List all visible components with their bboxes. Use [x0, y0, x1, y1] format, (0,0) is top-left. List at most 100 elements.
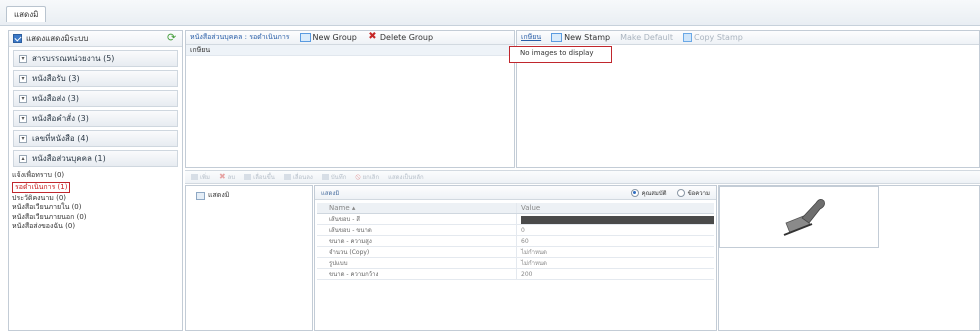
sidebar-group-unit-correspondence[interactable]: ▾ สารบรรณหน่วยงาน (5): [13, 50, 178, 67]
set-primary-button[interactable]: แสดงเป็นหลัก: [388, 172, 424, 182]
sidebar-title: แสดงแสดงมิระบบ: [26, 34, 89, 43]
tab-main[interactable]: แสดงมิ: [6, 6, 47, 22]
sidebar-group-label: หนังสือส่ง (3): [32, 94, 79, 103]
property-value[interactable]: 200: [517, 269, 714, 279]
new-group-icon: [299, 33, 311, 42]
stamp-preview: [719, 186, 879, 248]
stamp-panel: เกษียน New Stamp Make Default Copy Stamp…: [509, 30, 980, 168]
property-name: ขนาด - ความสูง: [317, 236, 517, 246]
stamp-toolbar: เกษียน New Stamp Make Default Copy Stamp: [517, 31, 979, 45]
list-item[interactable]: เกษียน: [186, 45, 514, 56]
sidebar-group-label: หนังสือรับ (3): [32, 74, 80, 83]
refresh-icon[interactable]: ⟳: [167, 32, 178, 44]
stamp-item-tree: แสดงมิ: [185, 185, 313, 331]
column-header-name[interactable]: Name ▴: [317, 203, 517, 213]
tab-endorsement[interactable]: เกษียน: [521, 32, 541, 43]
show-all-checkbox[interactable]: [13, 34, 22, 43]
sidebar-group-received[interactable]: ▾ หนังสือรับ (3): [13, 70, 178, 87]
make-default-button[interactable]: Make Default: [620, 33, 673, 42]
personal-sublist: แจ้งเพื่อทราบ (0) รอดำเนินการ (1) ประวัต…: [9, 171, 182, 232]
save-icon: [321, 174, 329, 180]
property-value[interactable]: [517, 214, 714, 224]
property-grid: แสดงมิ คุณสมบัติ ข้อความ Name ▴ Value เส…: [314, 185, 717, 331]
chevron-down-icon[interactable]: ▾: [19, 134, 27, 143]
table-row[interactable]: ขนาด - ความสูง 60: [317, 236, 714, 247]
property-value[interactable]: 60: [517, 236, 714, 246]
tree-item[interactable]: แสดงมิ: [186, 186, 312, 201]
sidebar-group-sent[interactable]: ▾ หนังสือส่ง (3): [13, 90, 178, 107]
breadcrumb: หนังสือส่วนบุคคล : รอดำเนินการ: [190, 33, 290, 41]
property-name: ขนาด - ความกว้าง: [317, 269, 517, 279]
sidebar: แสดงแสดงมิระบบ ⟳ ▾ สารบรรณหน่วยงาน (5) ▾…: [8, 30, 183, 331]
sidebar-group-orders[interactable]: ▾ หนังสือคำสั่ง (3): [13, 110, 178, 127]
cancel-button[interactable]: ⦸ ยกเลิก: [355, 172, 379, 182]
chevron-down-icon[interactable]: ▾: [19, 94, 27, 103]
save-label: บันทึก: [330, 174, 347, 181]
sidebar-group-label: หนังสือส่วนบุคคล (1): [32, 154, 106, 163]
display-item-icon: [196, 191, 205, 200]
sidebar-group-label: หนังสือคำสั่ง (3): [32, 114, 89, 123]
table-row[interactable]: จำนวน (Copy) ไม่กำหนด: [317, 247, 714, 258]
property-value[interactable]: ไม่กำหนด: [517, 258, 714, 268]
move-up-label: เลื่อนขึ้น: [253, 174, 275, 181]
delete-icon: ✖: [368, 31, 377, 42]
radio-button-selected[interactable]: [630, 188, 639, 197]
table-row[interactable]: เส้นขอบ - ขนาด 0: [317, 225, 714, 236]
sidebar-item-internal-circular[interactable]: หนังสือเวียนภายใน (0): [12, 203, 182, 213]
table-row[interactable]: รูปแบบ ไม่กำหนด: [317, 258, 714, 269]
chevron-up-icon[interactable]: ▴: [19, 154, 27, 163]
border-color-swatch[interactable]: [521, 215, 714, 224]
new-stamp-button[interactable]: New Stamp: [551, 33, 610, 42]
add-button[interactable]: เพิ่ม: [191, 172, 210, 182]
cancel-label: ยกเลิก: [362, 174, 380, 181]
sidebar-item-my-sent[interactable]: หนังสือส่งของฉัน (0): [12, 222, 182, 232]
delete-group-label: Delete Group: [379, 33, 434, 42]
stamp-preview-panel: [718, 185, 980, 331]
chevron-down-icon[interactable]: ▾: [19, 54, 27, 63]
sidebar-group-label: สารบรรณหน่วยงาน (5): [32, 54, 115, 63]
sidebar-item-pending[interactable]: รอดำเนินการ (1): [12, 181, 71, 193]
property-grid-title: แสดงมิ: [321, 189, 340, 197]
property-value[interactable]: ไม่กำหนด: [517, 247, 714, 257]
add-icon: [191, 174, 198, 180]
sidebar-group-label: เลขที่หนังสือ (4): [32, 134, 89, 143]
chevron-down-icon[interactable]: ▾: [19, 114, 27, 123]
property-name: เส้นขอบ - ขนาด: [317, 225, 517, 235]
sidebar-group-doc-numbers[interactable]: ▾ เลขที่หนังสือ (4): [13, 130, 178, 147]
sidebar-group-personal[interactable]: ▴ หนังสือส่วนบุคคล (1): [13, 150, 178, 167]
sidebar-item-notify[interactable]: แจ้งเพื่อทราบ (0): [12, 171, 182, 181]
new-group-label: New Group: [312, 33, 357, 42]
delete-group-button[interactable]: ✖ Delete Group: [367, 31, 434, 43]
new-stamp-icon: [551, 33, 563, 42]
property-grid-header: แสดงมิ คุณสมบัติ ข้อความ: [315, 186, 716, 200]
delete-label: ลบ: [227, 174, 236, 181]
new-group-button[interactable]: New Group: [299, 33, 357, 42]
save-button[interactable]: บันทึก: [321, 172, 347, 182]
sidebar-item-signed-history[interactable]: ประวัติคงนาม (0): [12, 194, 182, 204]
stamp-icon: [783, 199, 825, 236]
move-down-button[interactable]: เลื่อนลง: [283, 172, 313, 182]
radio-properties[interactable]: คุณสมบัติ: [630, 188, 667, 198]
table-row[interactable]: ขนาด - ความกว้าง 200: [317, 269, 714, 280]
property-name: รูปแบบ: [317, 258, 517, 268]
empty-message: No images to display: [509, 46, 612, 63]
delete-button[interactable]: ✖ ลบ: [219, 172, 235, 182]
radio-text[interactable]: ข้อความ: [676, 188, 710, 198]
move-up-button[interactable]: เลื่อนขึ้น: [244, 172, 275, 182]
radio-properties-label: คุณสมบัติ: [641, 189, 667, 197]
top-bar: แสดงมิ: [0, 0, 980, 26]
column-header-value[interactable]: Value: [517, 203, 714, 213]
delete-icon: ✖: [218, 172, 226, 181]
tree-item-label: แสดงมิ: [208, 191, 230, 199]
table-row[interactable]: เส้นขอบ - สี: [317, 214, 714, 225]
table-header-row: Name ▴ Value: [317, 203, 714, 214]
cancel-icon: ⦸: [355, 172, 361, 181]
radio-text-label: ข้อความ: [687, 189, 710, 197]
chevron-down-icon[interactable]: ▾: [19, 74, 27, 83]
property-value[interactable]: 0: [517, 225, 714, 235]
move-down-label: เลื่อนลง: [292, 174, 313, 181]
radio-button[interactable]: [676, 188, 685, 197]
copy-stamp-button[interactable]: Copy Stamp: [682, 33, 743, 42]
sidebar-item-external-circular[interactable]: หนังสือเวียนภายนอก (0): [12, 213, 182, 223]
new-stamp-label: New Stamp: [564, 33, 611, 42]
